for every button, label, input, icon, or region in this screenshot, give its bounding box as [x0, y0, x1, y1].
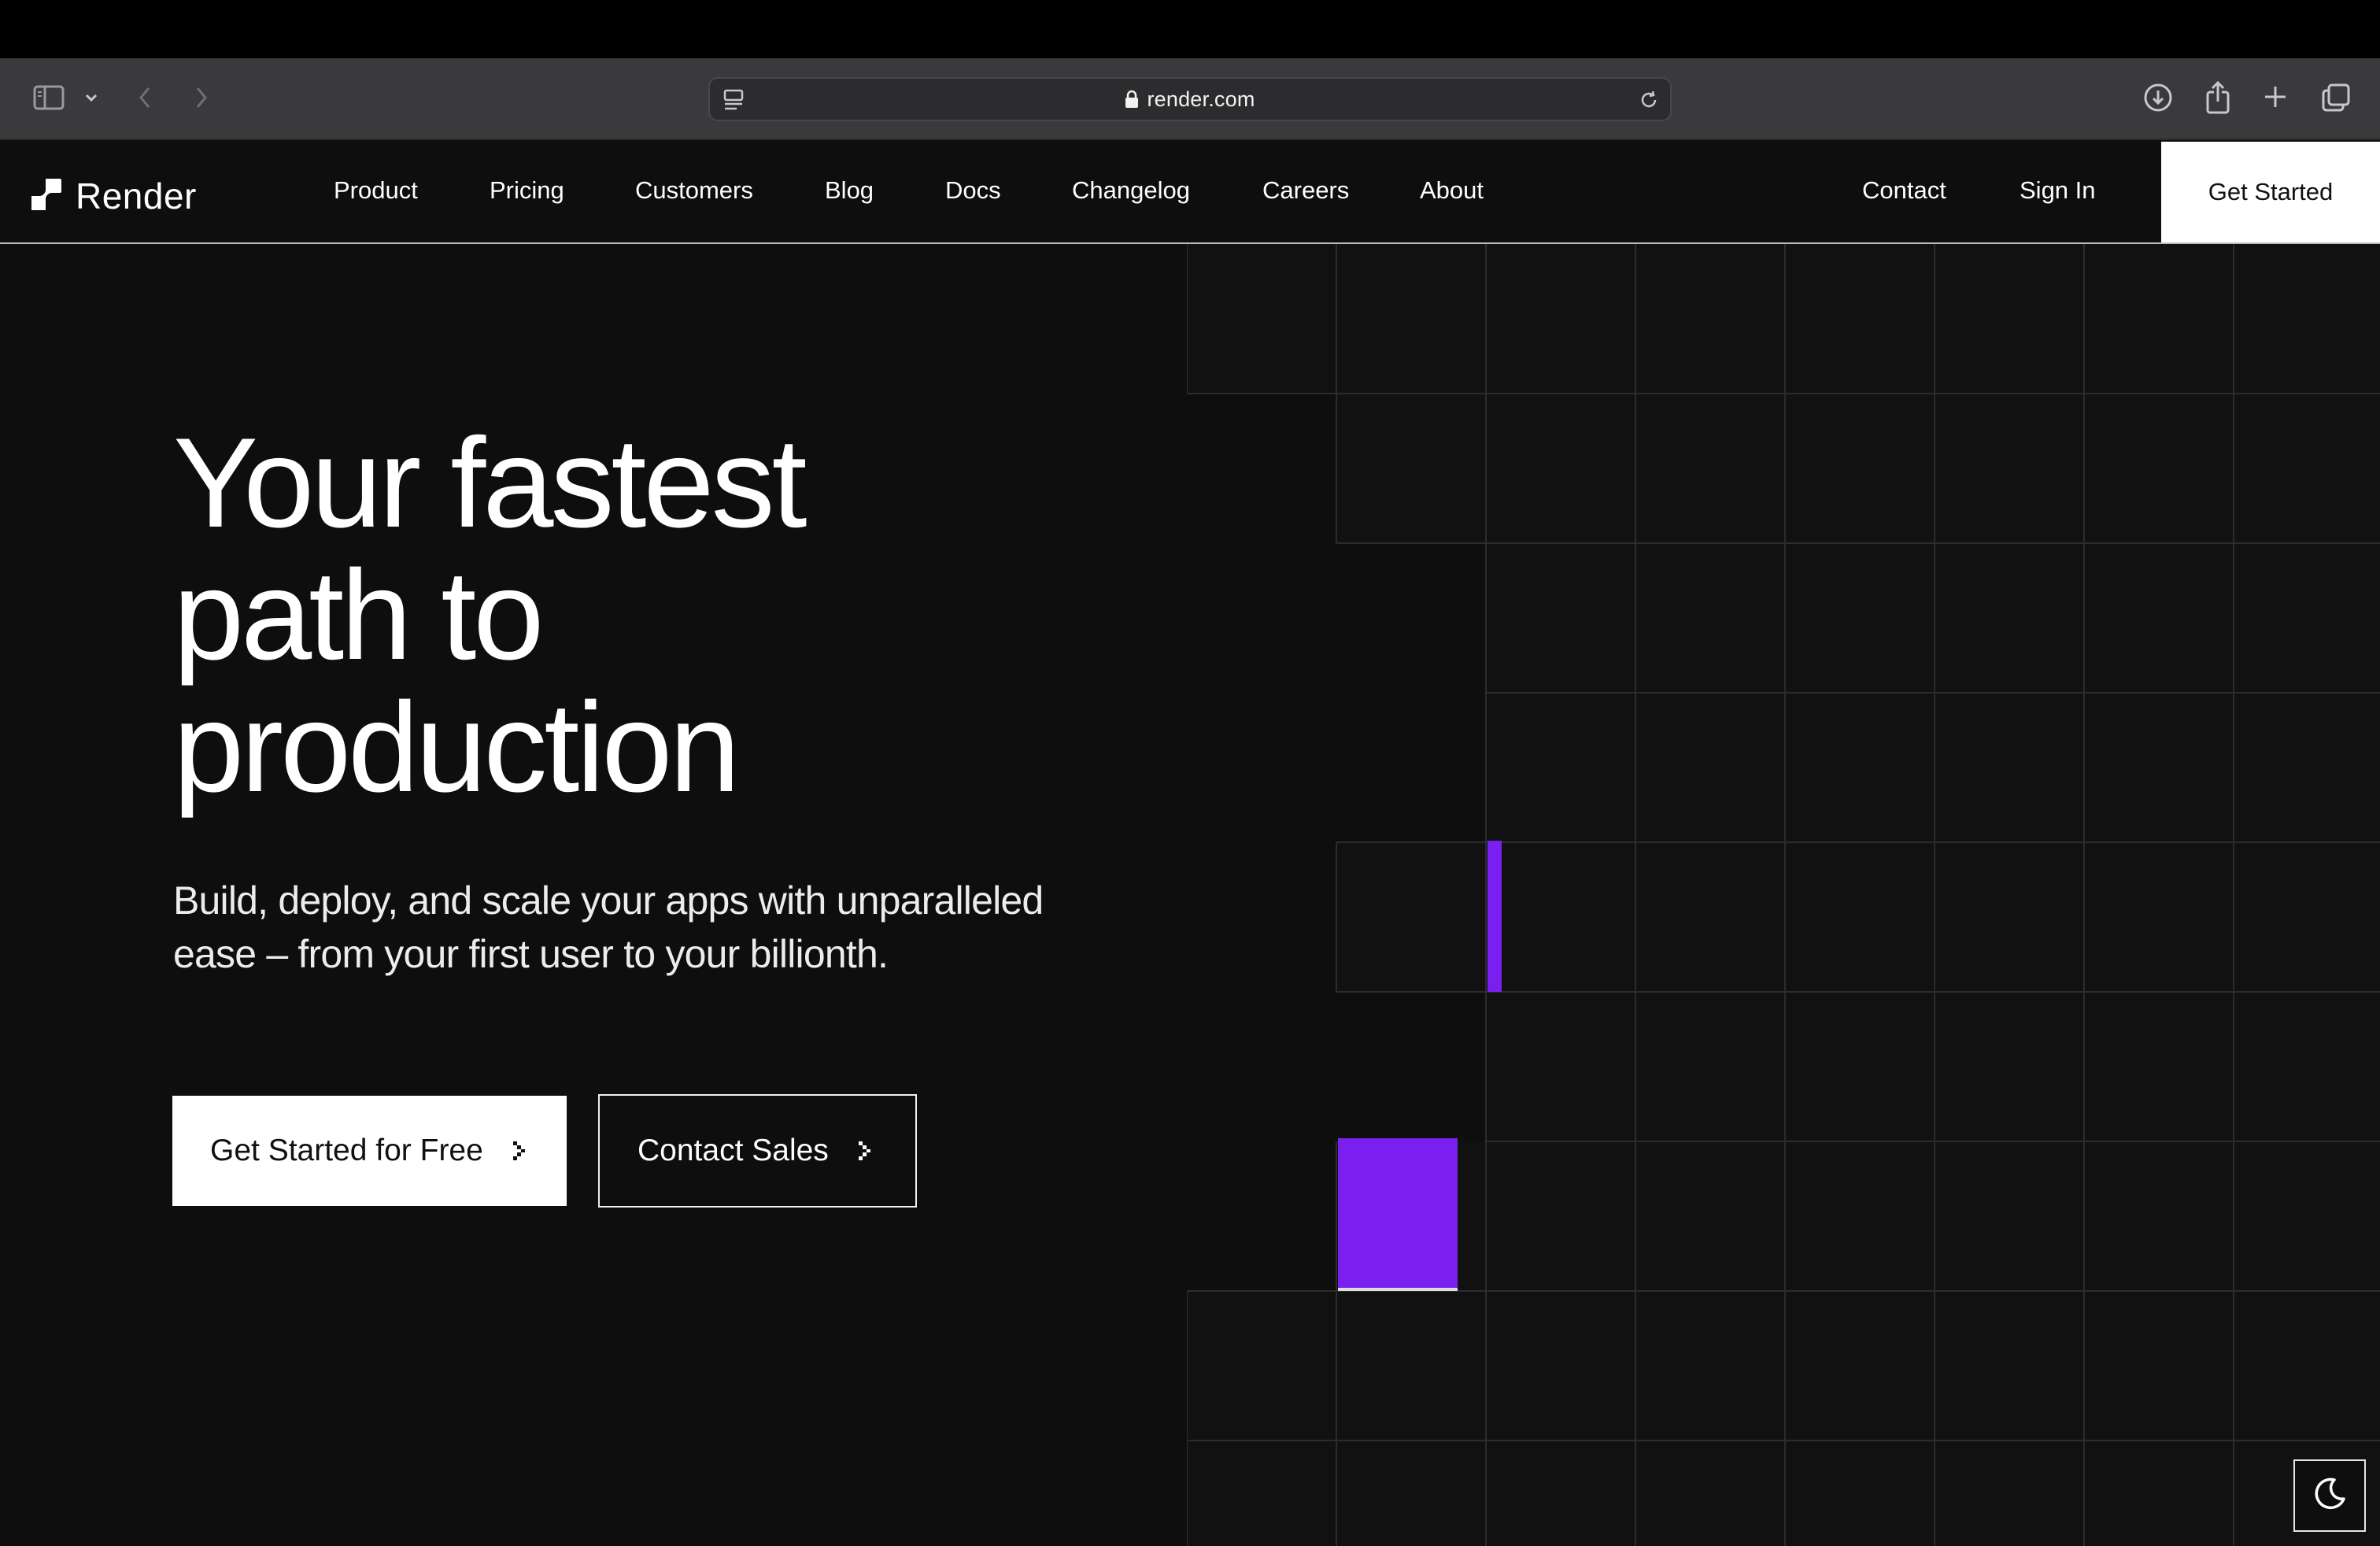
chevron-down-icon[interactable]: [80, 88, 102, 107]
hero-subtitle-line: Build, deploy, and scale your apps with …: [173, 878, 1044, 923]
accent-block: [1338, 1138, 1458, 1289]
hero-title: Your fastest path to production: [173, 417, 1157, 814]
lock-icon: [1125, 90, 1139, 109]
nav-about[interactable]: About: [1420, 176, 1484, 205]
back-icon[interactable]: [132, 83, 157, 112]
nav-product[interactable]: Product: [334, 176, 418, 205]
menu-bar: [0, 0, 2380, 58]
render-logo[interactable]: Render: [30, 175, 197, 217]
tabs-overview-icon[interactable]: [2320, 82, 2352, 113]
chevron-right-icon: [510, 1138, 527, 1163]
accent-bar: [1488, 841, 1502, 992]
nav-contact[interactable]: Contact: [1862, 176, 1946, 205]
hero-subtitle-line: ease – from your first user to your bill…: [173, 932, 889, 976]
new-tab-icon[interactable]: [2260, 82, 2290, 112]
forward-icon[interactable]: [189, 83, 214, 112]
site-header: Render Product Pricing Customers Blog Do…: [0, 142, 2380, 244]
hero-title-line: production: [173, 676, 741, 819]
url-text: render.com: [1147, 87, 1255, 111]
nav-pricing[interactable]: Pricing: [490, 176, 564, 205]
contact-sales-button[interactable]: Contact Sales: [598, 1094, 917, 1208]
share-icon[interactable]: [2202, 79, 2234, 115]
moon-icon: [2311, 1475, 2349, 1517]
nav-customers[interactable]: Customers: [635, 176, 753, 205]
nav-changelog[interactable]: Changelog: [1072, 176, 1190, 205]
theme-toggle-button[interactable]: [2293, 1459, 2366, 1532]
render-logo-icon: [30, 177, 63, 216]
hero-title-line: path to: [173, 544, 544, 686]
nav-docs[interactable]: Docs: [945, 176, 1001, 205]
get-started-button[interactable]: Get Started: [2161, 142, 2380, 242]
chevron-right-icon: [856, 1138, 873, 1163]
decorative-grid: [1187, 244, 2380, 1546]
get-started-free-button[interactable]: Get Started for Free: [172, 1096, 567, 1206]
hero-subtitle: Build, deploy, and scale your apps with …: [173, 874, 1157, 981]
page: render.com Render Product Pricing Custom…: [0, 0, 2380, 1546]
reload-icon[interactable]: [1635, 87, 1662, 113]
hero-title-line: Your fastest: [173, 412, 808, 554]
download-icon[interactable]: [2142, 82, 2174, 113]
sidebar-icon[interactable]: [30, 83, 68, 112]
address-bar[interactable]: render.com: [708, 77, 1672, 121]
contact-sales-label: Contact Sales: [638, 1134, 829, 1167]
get-started-free-label: Get Started for Free: [210, 1134, 483, 1167]
nav-sign-in[interactable]: Sign In: [2020, 176, 2096, 205]
nav-blog[interactable]: Blog: [825, 176, 874, 205]
nav-careers[interactable]: Careers: [1262, 176, 1349, 205]
logo-text: Render: [76, 176, 197, 216]
